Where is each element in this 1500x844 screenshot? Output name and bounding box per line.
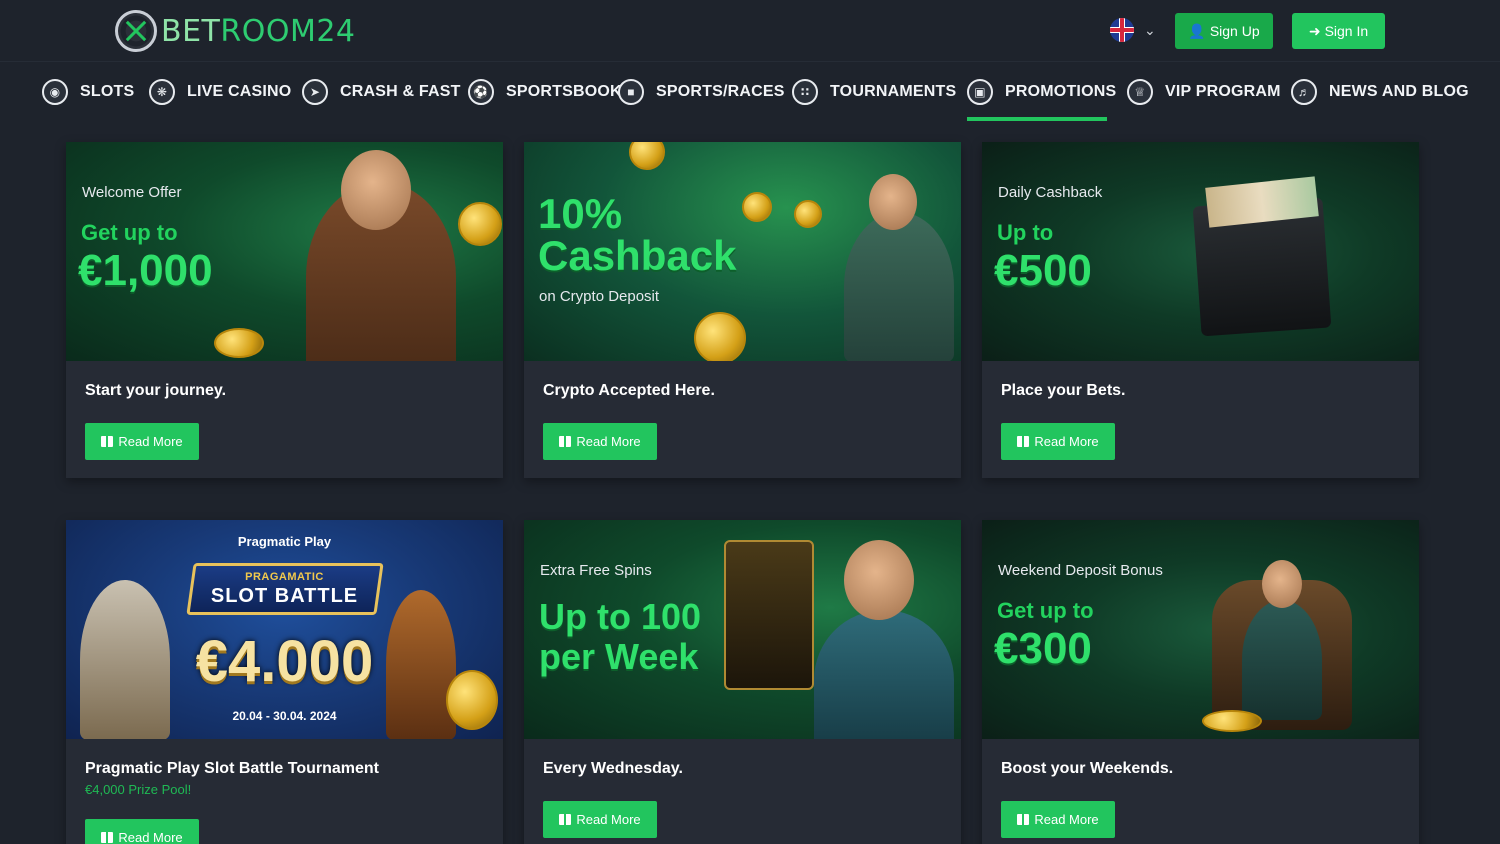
read-more-button[interactable]: Read More (543, 423, 657, 460)
promo-title: Boost your Weekends. (1001, 760, 1174, 777)
promo-card-welcome: Welcome Offer Get up to €1,000 Start you… (66, 142, 503, 478)
promo-banner-image[interactable]: Weekend Deposit Bonus Get up to €300 (982, 520, 1419, 739)
sign-in-icon: ➜ (1308, 22, 1321, 39)
nav-item-crash-fast[interactable]: ➤ CRASH & FAST (302, 76, 461, 108)
man-head-illustration (844, 540, 914, 620)
promo-card-slot-battle: Pragmatic Play PRAGAMATIC SLOT BATTLE €4… (66, 520, 503, 844)
live-casino-icon: ❋ (149, 79, 175, 105)
crown-icon: ♕ (1127, 79, 1153, 105)
roulette-wheel-icon (115, 10, 157, 52)
megaphone-icon: ♬ (1291, 79, 1317, 105)
nav-item-tournaments[interactable]: ∷ TOURNAMENTS (792, 76, 956, 108)
promo-title: Every Wednesday. (543, 760, 683, 777)
gift-icon (1017, 814, 1030, 825)
excited-man-illustration (814, 610, 954, 739)
rocket-icon: ➤ (302, 79, 328, 105)
banner-eyebrow: Weekend Deposit Bonus (998, 562, 1163, 579)
nav-item-live-casino[interactable]: ❋ LIVE CASINO (149, 76, 291, 108)
read-more-button[interactable]: Read More (543, 801, 657, 838)
top-header: BETROOM24 ⌄ 👤 Sign Up ➜ Sign In (0, 0, 1500, 62)
banner-eyebrow: Daily Cashback (998, 184, 1103, 201)
promo-card-free-spins: Extra Free Spins Up to 100 per Week Ever… (524, 520, 961, 844)
uk-flag-icon (1110, 18, 1134, 42)
coin-illustration (214, 328, 264, 358)
nav-item-vip-program[interactable]: ♕ VIP PROGRAM (1127, 76, 1281, 108)
promo-banner-image[interactable]: Extra Free Spins Up to 100 per Week (524, 520, 961, 739)
add-user-icon: 👤 (1188, 22, 1206, 39)
coins-pile-illustration (1202, 710, 1262, 732)
gift-icon (1017, 436, 1030, 447)
soccer-ball-icon: ⚽ (468, 79, 494, 105)
banner-line: Up to (997, 220, 1054, 245)
coin-illustration (629, 142, 665, 170)
main-navigation: ◉ SLOTS ❋ LIVE CASINO ➤ CRASH & FAST ⚽ S… (0, 62, 1500, 122)
nav-item-promotions[interactable]: ▣ PROMOTIONS (967, 76, 1116, 108)
banner-eyebrow: Welcome Offer (82, 184, 182, 201)
slot-machine-illustration (724, 540, 814, 690)
promo-banner-image[interactable]: Welcome Offer Get up to €1,000 (66, 142, 503, 361)
promo-title: Start your journey. (85, 382, 227, 399)
promo-card-weekend-bonus: Weekend Deposit Bonus Get up to €300 Boo… (982, 520, 1419, 844)
gift-icon (101, 436, 114, 447)
read-more-button[interactable]: Read More (85, 819, 199, 844)
man-head-illustration (869, 174, 917, 230)
nav-item-slots[interactable]: ◉ SLOTS (42, 76, 134, 108)
gift-icon (559, 814, 572, 825)
man-head-illustration (341, 150, 411, 230)
coin-illustration (794, 200, 822, 228)
banner-line: Get up to (997, 598, 1094, 623)
banner-dates: 20.04 - 30.04. 2024 (232, 709, 337, 723)
vr-icon: ■ (618, 79, 644, 105)
read-more-button[interactable]: Read More (85, 423, 199, 460)
banner-amount: €4.000 (195, 629, 374, 694)
gift-icon (559, 436, 572, 447)
nav-item-sportsbook[interactable]: ⚽ SPORTSBOOK (468, 76, 622, 108)
banner-eyebrow: Extra Free Spins (540, 562, 652, 579)
nav-item-sports-races[interactable]: ■ SPORTS/RACES (618, 76, 785, 108)
banner-headline: Cashback (538, 232, 737, 279)
banner-headline: SLOT BATTLE (210, 585, 359, 607)
chevron-down-icon: ⌄ (1144, 21, 1156, 38)
active-tab-indicator (967, 117, 1107, 121)
promo-card-crypto-cashback: 10% Cashback on Crypto Deposit Crypto Ac… (524, 142, 961, 478)
nav-item-news-blog[interactable]: ♬ NEWS AND BLOG (1291, 76, 1469, 108)
logo-text: BETROOM24 (161, 13, 356, 49)
language-selector[interactable]: ⌄ (1110, 18, 1156, 42)
promo-subtitle: €4,000 Prize Pool! (85, 782, 192, 797)
banner-eyebrow: PRAGAMATIC (245, 571, 324, 583)
gift-icon (101, 832, 114, 843)
read-more-button[interactable]: Read More (1001, 423, 1115, 460)
dice-icon: ∷ (792, 79, 818, 105)
banner-headline: 10% (538, 190, 623, 237)
banner-amount: €300 (994, 624, 1092, 673)
man-seated-illustration (1242, 600, 1322, 720)
promo-card-daily-cashback: Daily Cashback Up to €500 Place your Bet… (982, 142, 1419, 478)
sign-in-button[interactable]: ➜ Sign In (1292, 13, 1385, 49)
promo-title: Pragmatic Play Slot Battle Tournament (85, 760, 379, 777)
man-flying-illustration (844, 212, 954, 361)
betroom24-logo[interactable]: BETROOM24 (115, 10, 356, 52)
coin-illustration (458, 202, 502, 246)
man-head-illustration (1262, 560, 1302, 608)
banner-headline: Up to 100 (539, 596, 702, 637)
coin-illustration (694, 312, 746, 361)
read-more-button[interactable]: Read More (1001, 801, 1115, 838)
slots-icon: ◉ (42, 79, 68, 105)
banner-amount: €500 (994, 246, 1092, 295)
gift-icon: ▣ (967, 79, 993, 105)
banner-subline: on Crypto Deposit (539, 288, 660, 305)
coin-illustration (742, 192, 772, 222)
sign-up-button[interactable]: 👤 Sign Up (1175, 13, 1273, 49)
promo-title: Place your Bets. (1001, 382, 1126, 399)
promo-banner-image[interactable]: Daily Cashback Up to €500 (982, 142, 1419, 361)
banner-line: Get up to (81, 220, 178, 245)
promo-banner-image[interactable]: 10% Cashback on Crypto Deposit (524, 142, 961, 361)
promo-banner-image[interactable]: Pragmatic Play PRAGAMATIC SLOT BATTLE €4… (66, 520, 503, 739)
banner-headline: per Week (539, 636, 699, 677)
banner-provider: Pragmatic Play (237, 534, 332, 549)
promo-title: Crypto Accepted Here. (543, 382, 715, 399)
banner-amount: €1,000 (78, 246, 213, 295)
